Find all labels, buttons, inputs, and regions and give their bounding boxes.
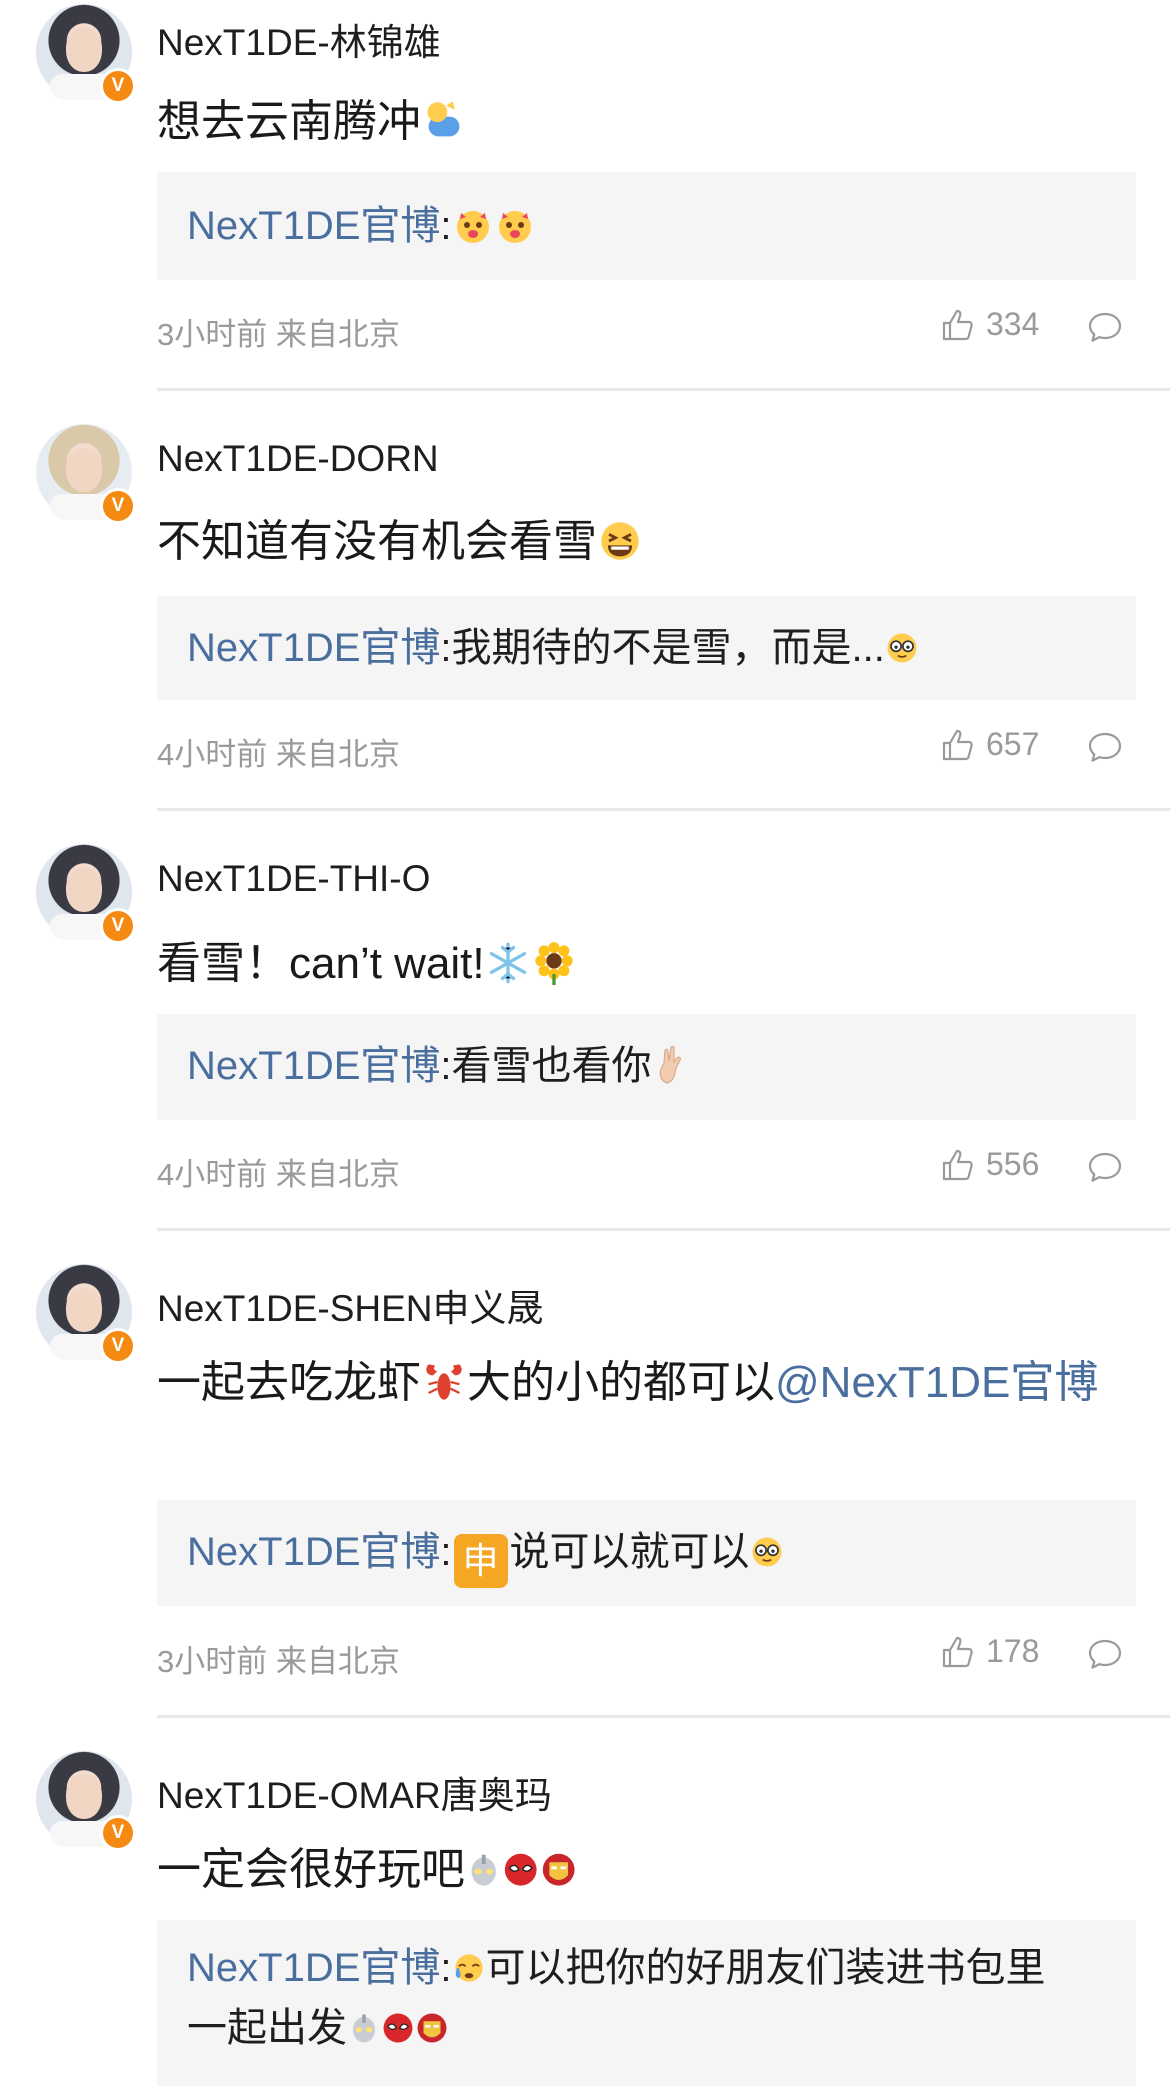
speech-bubble-icon[interactable] — [1087, 1637, 1123, 1673]
avatar[interactable]: V — [36, 844, 136, 944]
reply-author[interactable]: NexT1DE官博 — [187, 1530, 440, 1574]
like-button[interactable]: 556 — [940, 1146, 1039, 1183]
grinning-squint-emoji-icon — [601, 521, 639, 560]
robot-hero-emoji-icon — [471, 1854, 496, 1886]
like-button[interactable]: 657 — [940, 726, 1039, 763]
avatar[interactable]: V — [36, 424, 136, 524]
reply-author[interactable]: NexT1DE官博 — [187, 626, 440, 670]
divider — [157, 388, 1170, 391]
nerd-glasses-emoji-icon — [752, 1537, 781, 1567]
mention-link[interactable]: @NexT1DE官博 — [775, 1358, 1098, 1407]
thumbs-up-icon — [942, 1149, 973, 1180]
like-button[interactable]: 178 — [940, 1633, 1039, 1670]
shen-character-badge-icon: 申 — [453, 1534, 508, 1588]
iron-hero-emoji-icon — [417, 2013, 447, 2043]
speech-bubble-icon[interactable] — [1087, 310, 1123, 346]
crying-face-emoji-icon — [454, 1954, 483, 1982]
spider-hero-emoji-icon — [383, 2013, 413, 2043]
comment-meta: 4小时前 来自北京 — [157, 1157, 400, 1192]
comment-feed: V NexT1DE-林锦雄 想去云南腾冲 NexT1DE官博: 3小时前 来自北… — [0, 0, 1170, 2086]
divider — [157, 808, 1170, 811]
official-reply[interactable]: NexT1DE官博: 可以把你的好朋友们装进书包里 一起出发 — [157, 1920, 1136, 2086]
ok-hand-emoji-icon — [659, 1045, 681, 1084]
comment-text: 看雪！can’t wait! — [157, 932, 1134, 996]
divider — [157, 1715, 1170, 1718]
love-face-emoji-icon — [498, 211, 531, 243]
robot-hero-emoji-icon — [352, 2014, 376, 2043]
like-count: 556 — [986, 1146, 1040, 1182]
thumbs-up-icon — [942, 309, 973, 340]
verified-badge-icon: V — [100, 488, 136, 524]
comment-meta: 3小时前 来自北京 — [157, 1644, 400, 1679]
comment-author-name[interactable]: NexT1DE-林锦雄 — [157, 12, 441, 66]
divider — [157, 1228, 1170, 1231]
comment-text: 一起去吃龙虾 大的小的都可以@NexT1DE官博 — [157, 1358, 1099, 1407]
speech-bubble-icon[interactable] — [1087, 730, 1123, 766]
snowflake-emoji-icon — [489, 942, 526, 983]
avatar[interactable]: V — [36, 1751, 136, 1851]
lobster-emoji-icon — [426, 1363, 462, 1400]
verified-badge-icon: V — [100, 1328, 136, 1364]
official-reply[interactable]: NexT1DE官博: — [157, 172, 1136, 280]
reply-author[interactable]: NexT1DE官博 — [187, 1946, 440, 1990]
official-reply[interactable]: NexT1DE官博:看雪也看你 — [157, 1014, 1136, 1120]
waving-hand-emoji-icon — [427, 100, 460, 136]
avatar[interactable]: V — [36, 4, 136, 104]
spider-hero-emoji-icon — [505, 1853, 537, 1886]
speech-bubble-icon[interactable] — [1087, 1150, 1123, 1186]
comment-author-name[interactable]: NexT1DE-THI-O — [157, 858, 430, 900]
comment-text: 想去云南腾冲 — [157, 90, 1134, 154]
comment-meta: 3小时前 来自北京 — [157, 317, 400, 352]
like-button[interactable]: 334 — [940, 306, 1039, 343]
verified-badge-icon: V — [100, 908, 136, 944]
iron-hero-emoji-icon — [542, 1853, 575, 1886]
like-count: 657 — [986, 726, 1040, 762]
avatar[interactable]: V — [36, 1264, 136, 1364]
love-face-emoji-icon — [456, 211, 489, 243]
verified-badge-icon: V — [100, 68, 136, 104]
like-count: 334 — [986, 306, 1040, 342]
like-count: 178 — [986, 1633, 1040, 1669]
official-reply[interactable]: NexT1DE官博: 申说可以就可以 — [157, 1500, 1136, 1606]
thumbs-up-icon — [942, 729, 973, 760]
comment-text: 一定会很好玩吧 — [157, 1838, 1134, 1902]
nerd-glasses-emoji-icon — [887, 633, 917, 663]
thumbs-up-icon — [942, 1636, 973, 1667]
reply-author[interactable]: NexT1DE官博 — [187, 204, 440, 248]
comment-author-name[interactable]: NexT1DE-OMAR唐奥玛 — [157, 1765, 552, 1819]
comment-meta: 4小时前 来自北京 — [157, 737, 400, 772]
official-reply[interactable]: NexT1DE官博:我期待的不是雪，而是... — [157, 596, 1136, 700]
comment-author-name[interactable]: NexT1DE-SHEN申义晟 — [157, 1278, 544, 1332]
verified-badge-icon: V — [100, 1815, 136, 1851]
comment-text: 不知道有没有机会看雪 — [157, 510, 1134, 574]
reply-author[interactable]: NexT1DE官博 — [187, 1044, 440, 1088]
sunflower-emoji-icon — [534, 941, 573, 985]
comment-author-name[interactable]: NexT1DE-DORN — [157, 438, 439, 480]
